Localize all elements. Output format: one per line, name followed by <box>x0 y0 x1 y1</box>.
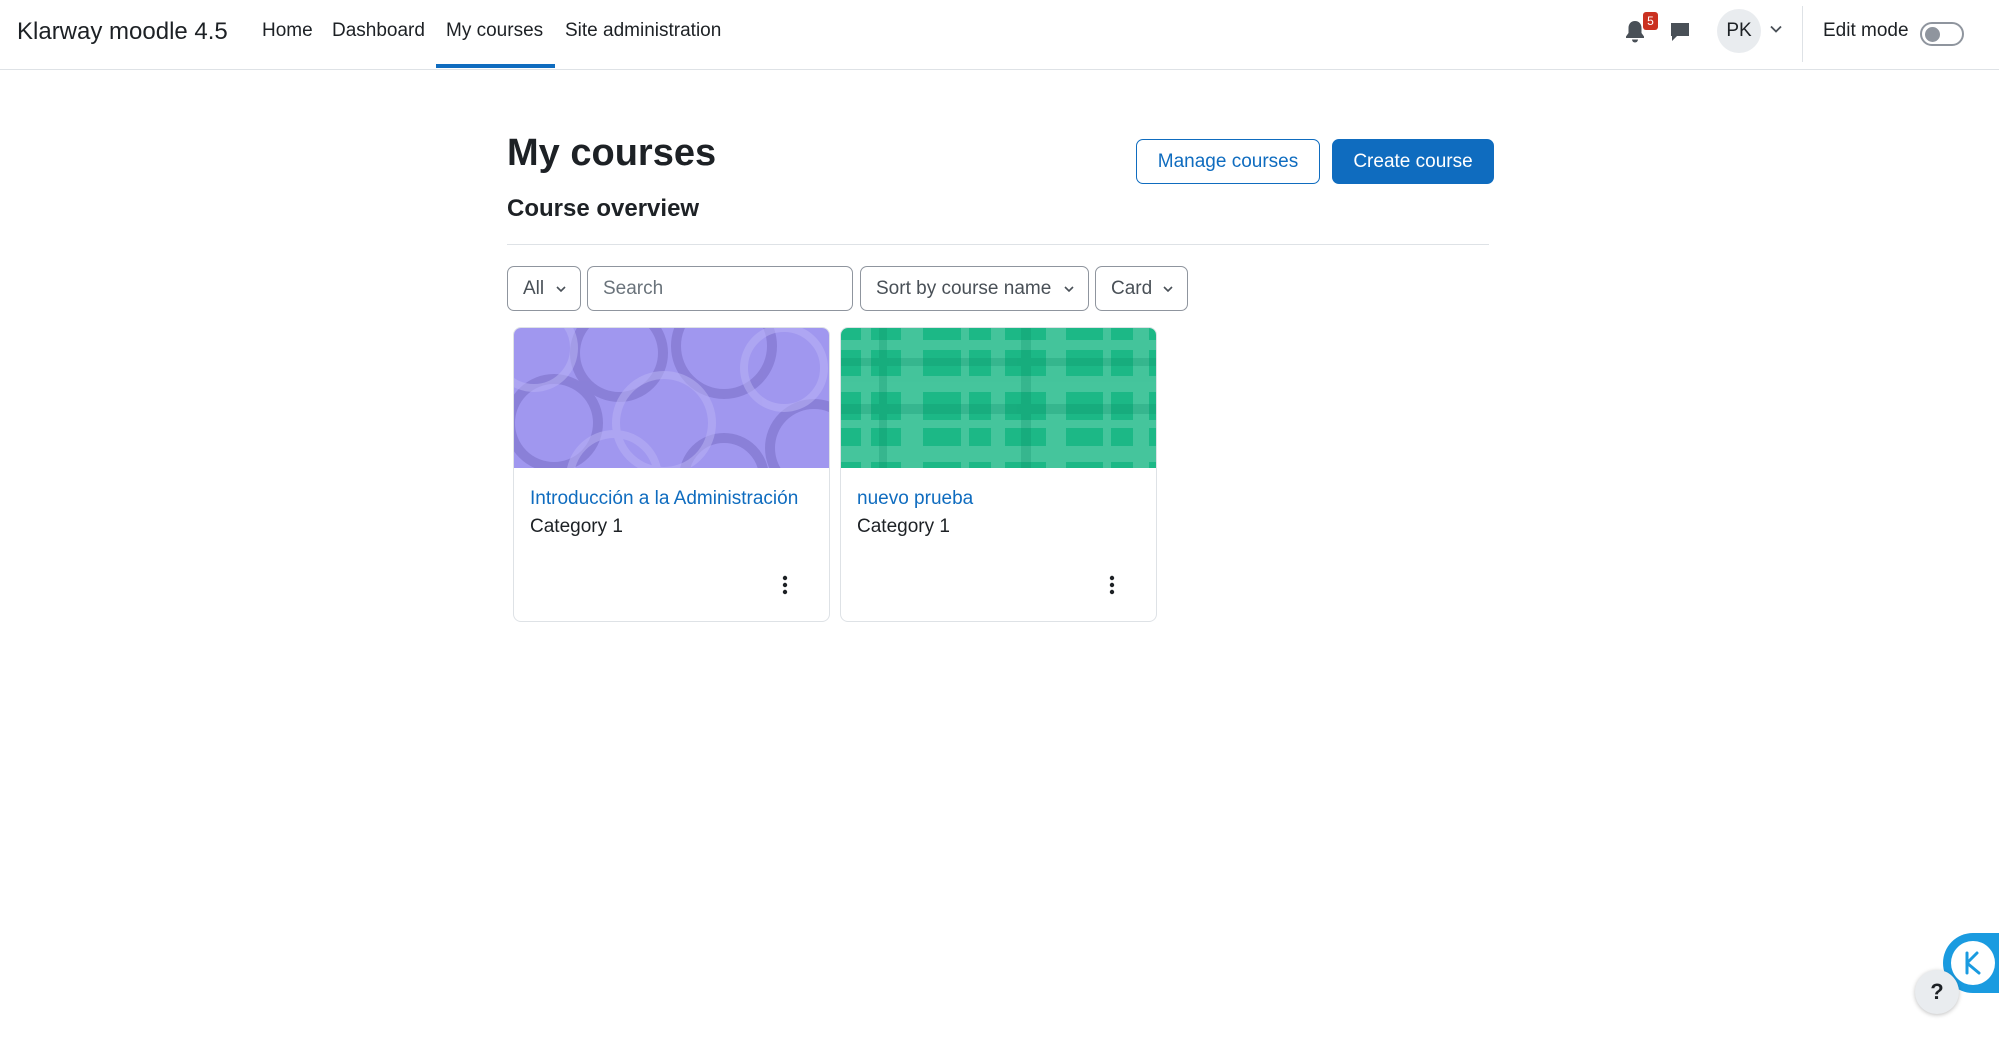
search-input[interactable]: Search <box>587 266 853 311</box>
edit-mode-label: Edit mode <box>1823 20 1909 41</box>
manage-courses-button[interactable]: Manage courses <box>1136 139 1320 184</box>
course-name-link[interactable]: nuevo prueba <box>857 488 973 510</box>
nav-home[interactable]: Home <box>262 20 313 42</box>
view-value: Card <box>1111 278 1153 299</box>
chevron-down-icon <box>556 286 566 293</box>
create-course-button[interactable]: Create course <box>1332 139 1494 184</box>
klarway-logo-icon <box>1951 941 1995 985</box>
nav-my-courses[interactable]: My courses <box>446 20 543 42</box>
sort-value: Sort by course name <box>876 278 1052 299</box>
course-name-link[interactable]: Introducción a la Administración <box>530 488 798 510</box>
navbar-divider <box>1802 6 1803 62</box>
kebab-menu-icon[interactable] <box>1103 573 1121 597</box>
help-button[interactable]: ? <box>1915 970 1959 1014</box>
course-category: Category 1 <box>857 516 950 537</box>
page-title: My courses <box>507 132 717 174</box>
top-navbar: Klarway moodle 4.5 Home Dashboard My cou… <box>0 0 1999 70</box>
kebab-menu-icon[interactable] <box>776 573 794 597</box>
toggle-knob <box>1925 27 1940 42</box>
grouping-value: All <box>523 278 545 299</box>
sort-dropdown[interactable]: Sort by course name <box>860 266 1089 311</box>
course-image[interactable] <box>841 328 1157 468</box>
chevron-down-icon <box>1064 286 1074 293</box>
course-card[interactable]: nuevo prueba Category 1 <box>840 327 1157 622</box>
chevron-down-icon <box>1163 286 1173 293</box>
course-category: Category 1 <box>530 516 623 537</box>
site-brand[interactable]: Klarway moodle 4.5 <box>17 18 228 46</box>
active-nav-indicator <box>436 64 555 68</box>
course-image[interactable] <box>514 328 830 468</box>
view-dropdown[interactable]: Card <box>1095 266 1188 311</box>
notification-count-badge: 5 <box>1643 12 1658 30</box>
user-avatar[interactable]: PK <box>1717 9 1761 53</box>
nav-dashboard[interactable]: Dashboard <box>332 20 425 42</box>
edit-mode-toggle[interactable] <box>1920 22 1964 46</box>
grouping-dropdown[interactable]: All <box>507 266 581 311</box>
section-title: Course overview <box>507 195 700 222</box>
section-divider <box>507 244 1489 245</box>
nav-site-administration[interactable]: Site administration <box>565 20 721 42</box>
chevron-down-icon[interactable] <box>1769 22 1783 36</box>
course-card[interactable]: Introducción a la Administración Categor… <box>513 327 830 622</box>
messages-icon[interactable] <box>1668 20 1692 44</box>
